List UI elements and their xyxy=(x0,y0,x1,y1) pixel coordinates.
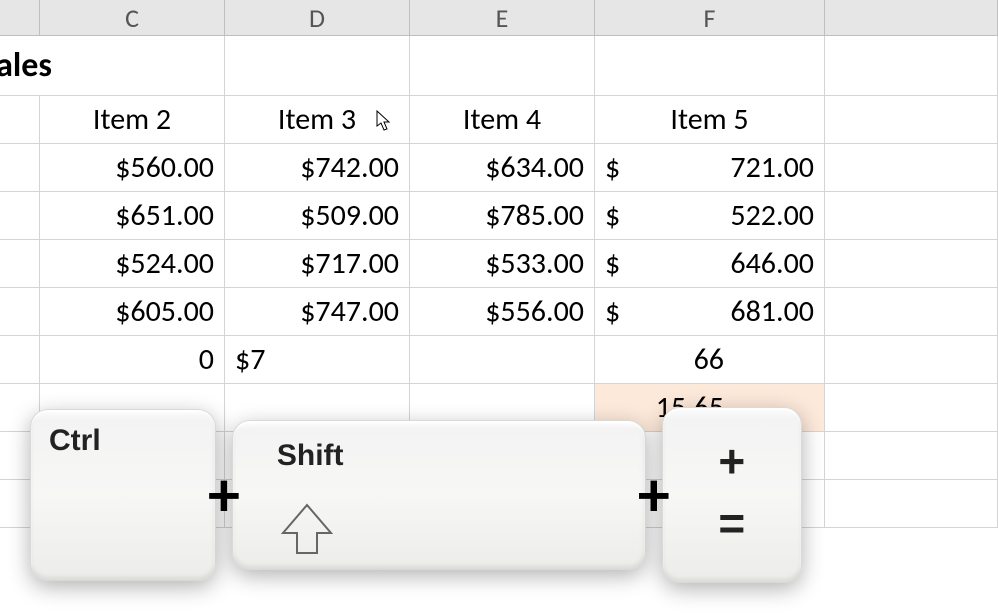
table-row: $651.00 $509.00 $785.00 $522.00 xyxy=(0,192,998,240)
cell-F[interactable]: $721.00 xyxy=(595,144,825,191)
col-header-D[interactable]: D xyxy=(225,0,410,36)
cell-stub[interactable] xyxy=(0,96,40,143)
cell-F[interactable]: $646.00 xyxy=(595,240,825,287)
plus-icon: + xyxy=(638,456,670,534)
cell-C[interactable]: $651.00 xyxy=(40,192,225,239)
cell-C[interactable]: $560.00 xyxy=(40,144,225,191)
cell-empty[interactable] xyxy=(825,336,998,383)
cell-F[interactable]: $522.00 xyxy=(595,192,825,239)
cell-C[interactable]: $605.00 xyxy=(40,288,225,335)
cell-E-hidden[interactable] xyxy=(410,336,595,383)
header-E[interactable]: Item 4 xyxy=(410,96,595,143)
cell-E[interactable]: $785.00 xyxy=(410,192,595,239)
cell-D-partial[interactable]: $7 xyxy=(225,336,410,383)
cell-empty[interactable] xyxy=(825,288,998,335)
keyboard-shortcut-overlay: Ctrl + Shift + + = xyxy=(30,395,970,595)
cell-stub[interactable] xyxy=(0,336,40,383)
key-ctrl: Ctrl xyxy=(30,409,216,581)
cell-stub[interactable] xyxy=(0,144,40,191)
cell-stub[interactable] xyxy=(0,288,40,335)
cell-empty[interactable] xyxy=(225,36,410,95)
key-shift-label: Shift xyxy=(277,439,645,473)
header-F[interactable]: Item 5 xyxy=(595,96,825,143)
key-plus-top: + xyxy=(718,438,745,484)
key-plus-equals: + = xyxy=(662,407,802,583)
plus-icon: + xyxy=(208,456,240,534)
cell-empty[interactable] xyxy=(410,36,595,95)
col-header-F[interactable]: F xyxy=(595,0,825,36)
cell-empty[interactable] xyxy=(825,96,998,143)
table-row: 0 $7 66 xyxy=(0,336,998,384)
header-C[interactable]: Item 2 xyxy=(40,96,225,143)
cell-stub[interactable] xyxy=(0,240,40,287)
cell-F[interactable]: $681.00 xyxy=(595,288,825,335)
key-ctrl-label: Ctrl xyxy=(49,424,215,458)
table-row: $560.00 $742.00 $634.00 $721.00 xyxy=(0,144,998,192)
cell-C[interactable]: $524.00 xyxy=(40,240,225,287)
cell-empty[interactable] xyxy=(595,36,825,95)
cell-stub[interactable] xyxy=(0,192,40,239)
col-header-G[interactable] xyxy=(825,0,998,36)
cell-empty[interactable] xyxy=(825,36,998,95)
cell-empty[interactable] xyxy=(825,240,998,287)
col-header-E[interactable]: E xyxy=(410,0,595,36)
row-title: Sales xyxy=(0,36,998,96)
cell-D[interactable]: $747.00 xyxy=(225,288,410,335)
col-header-C[interactable]: C xyxy=(40,0,225,36)
cell-empty[interactable] xyxy=(825,144,998,191)
key-shift: Shift xyxy=(232,420,646,570)
cell-F-partial[interactable]: 66 xyxy=(595,336,825,383)
key-plus-bot: = xyxy=(718,500,745,546)
cell-E[interactable]: $556.00 xyxy=(410,288,595,335)
cell-D[interactable]: $717.00 xyxy=(225,240,410,287)
shift-arrow-icon xyxy=(279,503,335,555)
cell-C-partial[interactable]: 0 xyxy=(40,336,225,383)
cell-empty[interactable] xyxy=(825,192,998,239)
table-row: $605.00 $747.00 $556.00 $681.00 xyxy=(0,288,998,336)
table-row: $524.00 $717.00 $533.00 $646.00 xyxy=(0,240,998,288)
cell-D[interactable]: $742.00 xyxy=(225,144,410,191)
title-text: Sales xyxy=(0,45,52,86)
cell-E[interactable]: $533.00 xyxy=(410,240,595,287)
col-header-stub[interactable] xyxy=(0,0,40,36)
cell-title[interactable]: Sales xyxy=(0,36,225,95)
header-D[interactable]: Item 3 xyxy=(225,96,410,143)
row-headers: Item 2 Item 3 Item 4 Item 5 xyxy=(0,96,998,144)
cell-D[interactable]: $509.00 xyxy=(225,192,410,239)
cell-E[interactable]: $634.00 xyxy=(410,144,595,191)
